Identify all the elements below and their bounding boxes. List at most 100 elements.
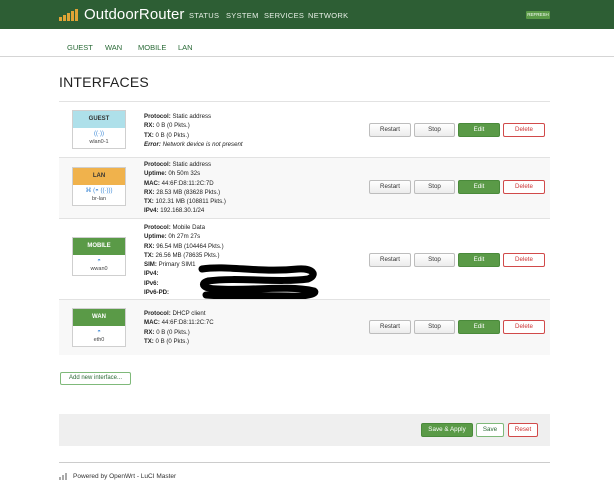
brand-title[interactable]: OutdoorRouter xyxy=(84,6,185,23)
delete-button[interactable]: Delete xyxy=(503,253,545,267)
save-button[interactable]: Save xyxy=(476,423,504,437)
info-line: Uptime: 0h 27m 27s xyxy=(144,232,224,241)
restart-button[interactable]: Restart xyxy=(369,180,411,194)
info-key: Protocol: xyxy=(144,224,171,231)
powered-by: Powered by OpenWrt - LuCI Master xyxy=(73,473,177,480)
info-value: Static address xyxy=(170,113,212,120)
info-value: Mobile Data xyxy=(170,224,205,231)
delete-button[interactable]: Delete xyxy=(503,180,545,194)
stop-button[interactable]: Stop xyxy=(414,123,455,137)
info-line: TX: 0 B (0 Pkts.) xyxy=(144,337,214,346)
signal-logo-icon xyxy=(59,9,80,21)
redaction-scribble xyxy=(198,264,319,299)
device-name: br-lan xyxy=(91,196,107,202)
reset-button[interactable]: Reset xyxy=(508,423,538,437)
info-key: Protocol: xyxy=(144,310,171,317)
refresh-button[interactable]: REFRESH xyxy=(526,11,550,19)
interface-tabs: GUEST WAN MOBILE LAN xyxy=(0,39,614,57)
device-icon: ◓ xyxy=(97,329,101,335)
edit-button[interactable]: Edit xyxy=(458,253,500,267)
edit-button[interactable]: Edit xyxy=(458,180,500,194)
info-value: 96.54 MB (104464 Pkts.) xyxy=(154,242,224,250)
info-value: Network device is not present xyxy=(160,140,243,148)
info-value: 192.168.30.1/24 xyxy=(158,207,205,215)
interface-info: Protocol: Static address Uptime: 0h 50m 3… xyxy=(144,160,226,216)
info-line: RX: 0 B (0 Pkts.) xyxy=(144,121,243,130)
device-name: wlan0-1 xyxy=(89,139,109,145)
interface-row-lan: LAN ⌘ (◓ ((·))) br-lan Protocol: Static add… xyxy=(59,157,550,218)
interface-badge[interactable]: MOBILE ◓ wwan0 xyxy=(72,237,126,276)
nav-network[interactable]: NETWORK xyxy=(308,11,348,20)
info-value: 44:6F:D8:11:2C:7C xyxy=(159,319,214,327)
info-line: IPv4: 192.168.30.1/24 xyxy=(144,206,226,215)
interface-row-guest: GUEST ((·)) wlan0-1 Protocol: Static addres… xyxy=(59,101,550,157)
info-value: 0 B (0 Pkts.) xyxy=(154,122,190,130)
interface-badge[interactable]: GUEST ((·)) wlan0-1 xyxy=(72,110,126,149)
info-line: Uptime: 0h 50m 32s xyxy=(144,169,226,178)
info-line: RX: 28.53 MB (83628 Pkts.) xyxy=(144,188,226,197)
info-value: Static address xyxy=(170,161,212,168)
device-name: wwan0 xyxy=(90,266,108,272)
restart-button[interactable]: Restart xyxy=(369,320,411,334)
info-value: 0 B (0 Pkts.) xyxy=(154,328,190,336)
info-value: 0h 50m 32s xyxy=(166,170,201,178)
restart-button[interactable]: Restart xyxy=(369,123,411,137)
restart-button[interactable]: Restart xyxy=(369,253,411,267)
interface-info: Protocol: Static address RX: 0 B (0 Pkts.… xyxy=(144,112,243,149)
tab-guest[interactable]: GUEST xyxy=(67,43,93,52)
top-bar: OutdoorRouter STATUS SYSTEM SERVICES NET… xyxy=(0,0,614,29)
info-key: SIM: xyxy=(144,261,157,269)
info-key: Uptime: xyxy=(144,170,167,178)
info-value: 44:6F:D8:11:2C:7D xyxy=(159,179,214,187)
openwrt-logo-icon xyxy=(59,473,70,480)
info-value: 102.31 MB (108811 Pkts.) xyxy=(153,198,226,206)
info-key: Protocol: xyxy=(144,113,171,120)
edit-button[interactable]: Edit xyxy=(458,123,500,137)
info-value: 0 B (0 Pkts.) xyxy=(153,131,190,139)
info-key: TX: xyxy=(144,198,154,206)
info-line: TX: 102.31 MB (108811 Pkts.) xyxy=(144,197,226,206)
interface-badge[interactable]: WAN ◓ eth0 xyxy=(72,308,126,347)
info-key: IPv6-PD: xyxy=(144,289,170,297)
info-key: RX: xyxy=(144,122,155,130)
delete-button[interactable]: Delete xyxy=(503,123,545,137)
device-name: eth0 xyxy=(93,337,105,343)
info-key: RX: xyxy=(144,188,155,196)
tab-wan[interactable]: WAN xyxy=(105,43,122,52)
info-value: Primary SIM1 xyxy=(156,261,196,269)
info-line: Protocol: Static address xyxy=(144,160,226,169)
stop-button[interactable]: Stop xyxy=(414,180,455,194)
interface-name: GUEST xyxy=(73,111,125,128)
delete-button[interactable]: Delete xyxy=(503,320,545,334)
info-key: Uptime: xyxy=(144,233,167,241)
save-apply-button[interactable]: Save & Apply xyxy=(421,423,473,437)
interface-name: WAN xyxy=(73,309,125,326)
info-line: RX: 96.54 MB (104464 Pkts.) xyxy=(144,242,224,251)
edit-button[interactable]: Edit xyxy=(458,320,500,334)
tab-mobile[interactable]: MOBILE xyxy=(138,43,166,52)
info-key: TX: xyxy=(144,251,154,259)
info-key: Error: xyxy=(144,140,161,148)
info-line: MAC: 44:6F:D8:11:2C:7C xyxy=(144,318,214,327)
stop-button[interactable]: Stop xyxy=(414,320,455,334)
info-key: MAC: xyxy=(144,179,160,187)
interface-badge[interactable]: LAN ⌘ (◓ ((·))) br-lan xyxy=(72,167,126,206)
nav-services[interactable]: SERVICES xyxy=(264,11,304,20)
info-value: 0 B (0 Pkts.) xyxy=(153,337,190,345)
info-line: Error: Network device is not present xyxy=(144,140,243,149)
device-icon: ((·)) xyxy=(94,131,104,137)
nav-system[interactable]: SYSTEM xyxy=(226,11,259,20)
info-line: MAC: 44:6F:D8:11:2C:7D xyxy=(144,179,226,188)
info-value: 28.53 MB (83628 Pkts.) xyxy=(154,188,221,196)
interface-name: MOBILE xyxy=(73,238,125,255)
info-line: Protocol: Mobile Data xyxy=(144,223,224,232)
nav-status[interactable]: STATUS xyxy=(189,11,219,20)
stop-button[interactable]: Stop xyxy=(414,253,455,267)
info-key: RX: xyxy=(144,328,155,336)
info-line: Protocol: DHCP client xyxy=(144,309,214,318)
info-key: Protocol: xyxy=(144,161,171,168)
info-key: MAC: xyxy=(144,319,160,327)
add-interface-button[interactable]: Add new interface... xyxy=(60,372,131,385)
info-key: TX: xyxy=(144,337,154,345)
tab-lan[interactable]: LAN xyxy=(178,43,193,52)
